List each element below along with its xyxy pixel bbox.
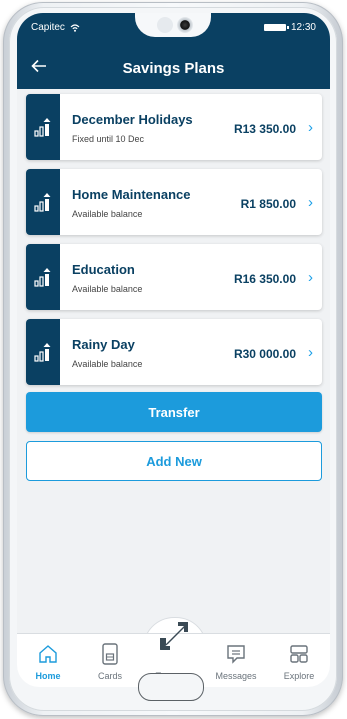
chevron-right-icon: › <box>308 194 313 211</box>
chevron-right-icon: › <box>308 344 313 361</box>
app-header: Capitec 12:30 Savings Plans <box>17 13 330 89</box>
home-icon <box>39 645 57 663</box>
savings-plans-list: December Holidays Fixed until 10 Dec R13… <box>26 94 322 394</box>
nav-item-explore[interactable]: Explore <box>268 634 330 687</box>
plan-name: Home Maintenance <box>72 187 191 202</box>
sensor-icon <box>157 17 173 33</box>
camera-notch <box>135 13 211 37</box>
savings-growth-icon-graphic <box>34 193 51 212</box>
nav-label-cards: Cards <box>97 671 122 681</box>
phone-home-button[interactable] <box>138 673 204 701</box>
nav-label-messages: Messages <box>215 671 257 681</box>
battery-icon <box>263 24 289 31</box>
plan-subtitle: Fixed until 10 Dec <box>72 134 145 144</box>
status-time: 12:30 <box>290 22 316 33</box>
chevron-right-icon: › <box>308 119 313 136</box>
plan-name: Education <box>72 262 135 277</box>
page-title: Savings Plans <box>122 60 225 77</box>
savings-growth-icon <box>26 94 60 160</box>
status-bar-right: 12:30 <box>263 22 316 33</box>
chevron-right-icon: › <box>308 269 313 286</box>
plan-card[interactable]: Rainy Day Available balance R30 000.00 › <box>26 319 322 385</box>
nav-item-messages[interactable]: Messages <box>205 634 267 687</box>
savings-growth-icon <box>26 244 60 310</box>
plan-name: Rainy Day <box>72 337 135 352</box>
savings-growth-icon-graphic <box>34 118 51 137</box>
plan-name: December Holidays <box>72 112 193 127</box>
add-new-button[interactable]: Add New <box>26 441 322 481</box>
carrier-name: Capitec <box>31 22 65 33</box>
cards-icon <box>102 643 118 665</box>
status-bar-left: Capitec <box>31 22 80 33</box>
savings-growth-icon <box>26 169 60 235</box>
plan-amount: R1 850.00 <box>240 197 296 211</box>
plan-card[interactable]: Education Available balance R16 350.00 › <box>26 244 322 310</box>
wifi-icon <box>70 23 80 32</box>
messages-icon <box>227 645 245 664</box>
plan-amount: R30 000.00 <box>233 347 296 361</box>
savings-growth-icon-graphic <box>34 343 51 362</box>
plan-subtitle: Available balance <box>72 359 143 369</box>
plan-subtitle: Available balance <box>72 284 143 294</box>
savings-growth-icon-graphic <box>34 268 51 287</box>
nav-item-cards[interactable]: Cards <box>79 634 141 687</box>
transfer-button[interactable]: Transfer <box>26 392 322 432</box>
plan-card[interactable]: December Holidays Fixed until 10 Dec R13… <box>26 94 322 160</box>
plan-subtitle: Available balance <box>72 209 143 219</box>
camera-icon <box>177 17 193 33</box>
nav-item-home[interactable]: Home <box>17 634 79 687</box>
explore-icon <box>290 645 308 663</box>
plan-amount: R16 350.00 <box>233 272 296 286</box>
nav-label-home: Home <box>35 671 61 681</box>
nav-label-explore: Explore <box>283 671 315 681</box>
savings-growth-icon <box>26 319 60 385</box>
transact-icon <box>160 622 188 650</box>
plan-card[interactable]: Home Maintenance Available balance R1 85… <box>26 169 322 235</box>
app-screen: Capitec 12:30 Savings Plans December Hol… <box>17 13 330 687</box>
plan-amount: R13 350.00 <box>233 122 296 136</box>
